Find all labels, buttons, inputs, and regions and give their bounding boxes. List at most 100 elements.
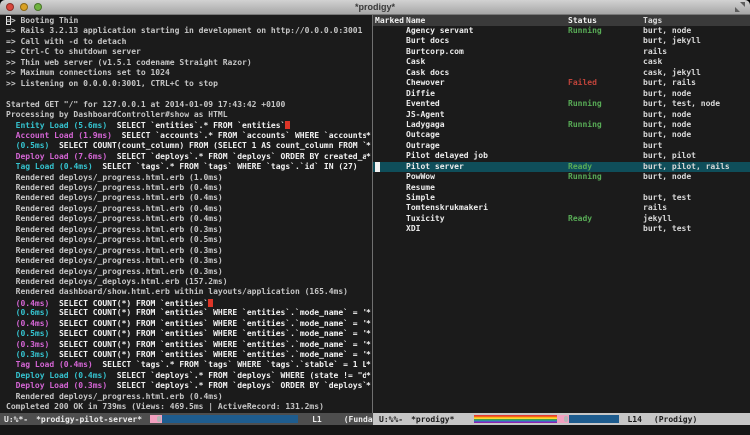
log-line [6, 89, 372, 99]
service-row[interactable]: Outrageburt [373, 141, 750, 151]
log-line-text: => Ctrl-C to shutdown server [6, 47, 372, 57]
service-row[interactable]: JS-Agentburt, node [373, 110, 750, 120]
status-badge [568, 193, 643, 203]
service-tags: burt, node [643, 26, 750, 36]
service-row[interactable]: ChewoverFailedburt, rails [373, 78, 750, 88]
nyan-space [569, 415, 619, 423]
service-row[interactable]: PowWowRunningburt, node [373, 172, 750, 182]
service-row[interactable]: Agency servantRunningburt, node [373, 26, 750, 36]
service-tags: burt, pilot [643, 151, 750, 161]
log-line-text: Rendered deploys/_progress.html.erb (0.4… [6, 183, 372, 193]
log-line: Rendered dashboard/show.html.erb within … [6, 287, 372, 297]
log-line-text: Started GET "/" for 127.0.0.1 at 2014-01… [6, 100, 372, 110]
log-text-segment: (0.4ms) [16, 319, 50, 328]
log-text-segment: (0.3ms) [16, 340, 50, 349]
marked-cell [373, 68, 406, 78]
rails-log-pane[interactable]: => Booting Thin=> Rails 3.2.13 applicati… [0, 15, 372, 413]
log-text-segment: Deploy Load (0.3ms) [16, 381, 108, 390]
service-row[interactable]: Pilot delayed job burt, pilot [373, 151, 750, 161]
service-tags [643, 183, 750, 193]
log-text-segment [6, 340, 16, 349]
log-text-segment [6, 152, 16, 161]
log-text-segment: Deploy Load (0.4ms) [16, 371, 108, 380]
marked-cell [373, 36, 406, 46]
modelines: U:%*- *prodigy-pilot-server* L1 (Fundame… [0, 413, 750, 425]
log-line: Completed 200 OK in 739ms (Views: 469.5m… [6, 402, 372, 412]
service-name: Cask docs [406, 68, 568, 78]
service-row[interactable]: Cask docscask, jekyll [373, 68, 750, 78]
nyan-cat-icon [557, 415, 569, 423]
log-line: => Ctrl-C to shutdown server [6, 47, 372, 57]
service-tags: jekyll [643, 214, 750, 224]
log-line: (0.4ms) SELECT COUNT(*) FROM `entities` [6, 298, 372, 308]
log-text-segment [6, 381, 16, 390]
log-line-text: Rendered deploys/_progress.html.erb (0.3… [6, 256, 372, 266]
close-button[interactable] [6, 3, 14, 11]
service-name: Agency servant [406, 26, 568, 36]
log-text-segment: Rendered deploys/_progress.html.erb (0.4… [6, 204, 223, 213]
service-tags: cask [643, 57, 750, 67]
prodigy-services-pane[interactable]: Marked Name Status Tags Agency servantRu… [373, 15, 750, 413]
log-line: Rendered deploys/_progress.html.erb (0.3… [6, 256, 372, 266]
log-line: Rendered deploys/_progress.html.erb (0.3… [6, 267, 372, 277]
service-name: Cask [406, 57, 568, 67]
status-badge: Failed [568, 78, 643, 88]
log-text-segment: Rendered deploys/_progress.html.erb (0.5… [6, 235, 223, 244]
log-line: Rendered deploys/_deploys.html.erb (157.… [6, 277, 372, 287]
line-number-indicator: L1 [312, 415, 322, 424]
status-badge: Ready [568, 162, 643, 172]
log-text-segment [6, 360, 16, 369]
service-tags: burt, node [643, 130, 750, 140]
fullscreen-icon[interactable] [735, 2, 745, 12]
marked-cell [373, 224, 406, 234]
service-tags: burt, test [643, 193, 750, 203]
log-line: >> Listening on 0.0.0.0:3001, CTRL+C to … [6, 79, 372, 89]
status-badge [568, 224, 643, 234]
service-row[interactable]: LadygagaRunningburt, node [373, 120, 750, 130]
title-bar[interactable]: *prodigy* [0, 0, 750, 15]
header-marked: Marked [373, 15, 406, 26]
status-badge [568, 183, 643, 193]
log-text-segment: Entity Load (5.6ms) [16, 121, 108, 130]
service-tags: burt, node [643, 89, 750, 99]
service-row[interactable]: Burt docsburt, jekyll [373, 36, 750, 46]
service-row[interactable]: Resume [373, 183, 750, 193]
service-name: Evented [406, 99, 568, 109]
marked-cell [373, 110, 406, 120]
service-row[interactable]: Tomtenskrukmakerirails [373, 203, 750, 213]
service-row[interactable]: EventedRunningburt, test, node [373, 99, 750, 109]
service-name: Pilot delayed job [406, 151, 568, 161]
minimize-button[interactable] [20, 3, 28, 11]
status-badge [568, 110, 643, 120]
log-text-segment: Rendered deploys/_progress.html.erb (0.3… [6, 225, 223, 234]
service-row[interactable]: Diffieburt, node [373, 89, 750, 99]
log-line-text: (0.5ms) SELECT COUNT(count_column) FROM … [6, 141, 366, 151]
log-line: Entity Load (5.6ms) SELECT `entities`.* … [6, 120, 372, 130]
traffic-lights [6, 3, 42, 11]
nyan-space [162, 415, 298, 423]
log-line: >> Thin web server (v1.5.1 codename Stra… [6, 58, 372, 68]
service-row[interactable]: Outcageburt, node [373, 130, 750, 140]
marked-cell [373, 47, 406, 57]
status-badge [568, 89, 643, 99]
service-tags: burt, node [643, 120, 750, 130]
service-row[interactable]: Simple burt, test [373, 193, 750, 203]
service-name: Burt docs [406, 36, 568, 46]
service-name: Pilot server [406, 162, 568, 172]
zoom-button[interactable] [34, 3, 42, 11]
major-mode: (Prodigy) [654, 415, 697, 424]
service-row[interactable]: XDIburt, test [373, 224, 750, 234]
log-text-segment [6, 299, 16, 308]
service-row[interactable]: TuxicityReadyjekyll [373, 214, 750, 224]
service-name: JS-Agent [406, 110, 568, 120]
nyan-progress-bar [150, 415, 298, 423]
service-name: Outrage [406, 141, 568, 151]
service-name: Simple [406, 193, 568, 203]
service-name: Ladygaga [406, 120, 568, 130]
service-row[interactable]: Burtcorp.comrails [373, 47, 750, 57]
echo-area[interactable] [0, 425, 750, 435]
status-badge: Ready [568, 214, 643, 224]
service-row[interactable]: Pilot serverReadyburt, pilot, rails [373, 162, 750, 172]
service-row[interactable]: Cask cask [373, 57, 750, 67]
log-line-text: Rendered deploys/_progress.html.erb (0.4… [6, 204, 372, 214]
